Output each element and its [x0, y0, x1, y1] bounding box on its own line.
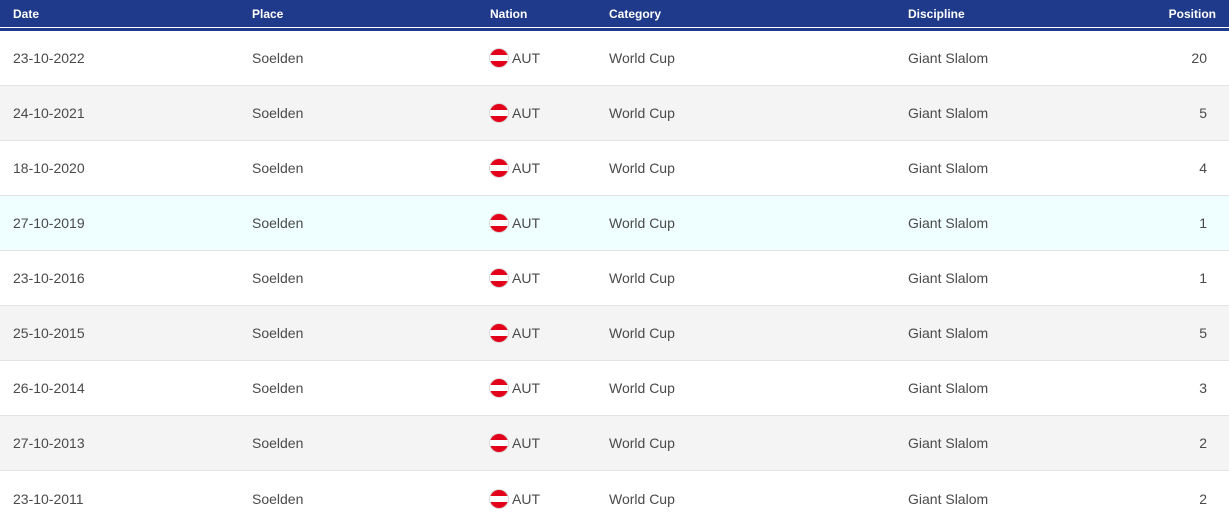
cell-place: Soelden: [252, 270, 304, 286]
cell-place: Soelden: [252, 325, 304, 341]
cell-place: Soelden: [252, 160, 304, 176]
cell-nation: AUT: [490, 490, 609, 508]
cell-date: 27-10-2019: [13, 215, 85, 231]
cell-discipline: Giant Slalom: [908, 105, 989, 121]
cell-date: 27-10-2013: [13, 435, 85, 451]
cell-date: 25-10-2015: [13, 325, 85, 341]
cell-category: World Cup: [609, 325, 675, 341]
table-row[interactable]: 24-10-2021 Soelden AUT World Cup Giant S…: [0, 86, 1229, 141]
cell-date: 23-10-2016: [13, 270, 85, 286]
austria-flag-icon: [490, 269, 508, 287]
nation-code: AUT: [512, 435, 540, 451]
cell-place: Soelden: [252, 491, 304, 507]
cell-discipline: Giant Slalom: [908, 491, 989, 507]
cell-nation: AUT: [490, 49, 609, 67]
nation-code: AUT: [512, 325, 540, 341]
cell-date: 23-10-2022: [13, 50, 85, 66]
cell-date: 26-10-2014: [13, 380, 85, 396]
cell-position: 5: [1199, 105, 1207, 121]
cell-discipline: Giant Slalom: [908, 270, 989, 286]
cell-category: World Cup: [609, 160, 675, 176]
table-row[interactable]: 27-10-2013 Soelden AUT World Cup Giant S…: [0, 416, 1229, 471]
nation-code: AUT: [512, 50, 540, 66]
cell-nation: AUT: [490, 324, 609, 342]
cell-place: Soelden: [252, 105, 304, 121]
cell-category: World Cup: [609, 270, 675, 286]
header-position[interactable]: Position: [1108, 7, 1229, 21]
header-discipline[interactable]: Discipline: [908, 7, 1108, 21]
header-category[interactable]: Category: [609, 7, 908, 21]
header-place[interactable]: Place: [252, 7, 490, 21]
cell-place: Soelden: [252, 380, 304, 396]
cell-discipline: Giant Slalom: [908, 325, 989, 341]
cell-position: 4: [1199, 160, 1207, 176]
cell-nation: AUT: [490, 104, 609, 122]
table-row[interactable]: 23-10-2016 Soelden AUT World Cup Giant S…: [0, 251, 1229, 306]
header-date[interactable]: Date: [0, 7, 252, 21]
austria-flag-icon: [490, 214, 508, 232]
table-row[interactable]: 25-10-2015 Soelden AUT World Cup Giant S…: [0, 306, 1229, 361]
table-row[interactable]: 26-10-2014 Soelden AUT World Cup Giant S…: [0, 361, 1229, 416]
austria-flag-icon: [490, 379, 508, 397]
cell-category: World Cup: [609, 435, 675, 451]
cell-nation: AUT: [490, 379, 609, 397]
cell-category: World Cup: [609, 380, 675, 396]
cell-position: 1: [1199, 270, 1207, 286]
cell-position: 2: [1199, 435, 1207, 451]
table-row[interactable]: 23-10-2011 Soelden AUT World Cup Giant S…: [0, 471, 1229, 527]
table-header: Date Place Nation Category Discipline Po…: [0, 0, 1229, 31]
austria-flag-icon: [490, 434, 508, 452]
austria-flag-icon: [490, 159, 508, 177]
cell-nation: AUT: [490, 159, 609, 177]
cell-nation: AUT: [490, 434, 609, 452]
cell-date: 24-10-2021: [13, 105, 85, 121]
austria-flag-icon: [490, 324, 508, 342]
cell-place: Soelden: [252, 50, 304, 66]
table-row[interactable]: 23-10-2022 Soelden AUT World Cup Giant S…: [0, 31, 1229, 86]
cell-discipline: Giant Slalom: [908, 380, 989, 396]
cell-category: World Cup: [609, 491, 675, 507]
cell-date: 23-10-2011: [13, 491, 84, 507]
nation-code: AUT: [512, 105, 540, 121]
cell-date: 18-10-2020: [13, 160, 85, 176]
cell-position: 5: [1199, 325, 1207, 341]
austria-flag-icon: [490, 490, 508, 508]
cell-position: 2: [1199, 491, 1207, 507]
nation-code: AUT: [512, 270, 540, 286]
cell-discipline: Giant Slalom: [908, 435, 989, 451]
cell-category: World Cup: [609, 105, 675, 121]
cell-position: 20: [1191, 50, 1207, 66]
cell-position: 3: [1199, 380, 1207, 396]
nation-code: AUT: [512, 160, 540, 176]
table-row[interactable]: 18-10-2020 Soelden AUT World Cup Giant S…: [0, 141, 1229, 196]
cell-discipline: Giant Slalom: [908, 215, 989, 231]
austria-flag-icon: [490, 104, 508, 122]
results-table: Date Place Nation Category Discipline Po…: [0, 0, 1229, 527]
cell-discipline: Giant Slalom: [908, 50, 989, 66]
cell-discipline: Giant Slalom: [908, 160, 989, 176]
cell-category: World Cup: [609, 215, 675, 231]
table-row-hovered[interactable]: 27-10-2019 Soelden AUT World Cup Giant S…: [0, 196, 1229, 251]
nation-code: AUT: [512, 491, 540, 507]
nation-code: AUT: [512, 380, 540, 396]
header-nation[interactable]: Nation: [490, 7, 609, 21]
cell-nation: AUT: [490, 269, 609, 287]
cell-place: Soelden: [252, 435, 304, 451]
nation-code: AUT: [512, 215, 540, 231]
cell-nation: AUT: [490, 214, 609, 232]
austria-flag-icon: [490, 49, 508, 67]
cell-position: 1: [1199, 215, 1207, 231]
cell-category: World Cup: [609, 50, 675, 66]
cell-place: Soelden: [252, 215, 304, 231]
